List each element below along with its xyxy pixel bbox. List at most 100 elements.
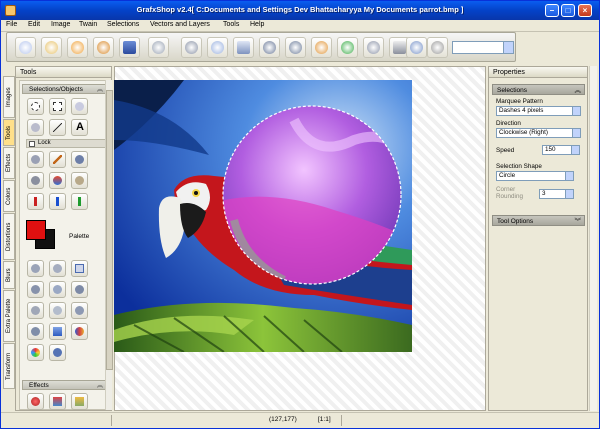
smudge-tool[interactable] <box>71 172 88 189</box>
tab-effects[interactable]: Effects <box>3 147 15 179</box>
red-pen-tool[interactable] <box>27 193 44 210</box>
zoom-icon <box>53 285 62 294</box>
effect-1-tool[interactable] <box>27 393 44 410</box>
tab-transform[interactable]: Transform <box>3 343 15 389</box>
marquee-pattern-select[interactable]: Dashes 4 pixels <box>496 106 581 116</box>
crop-tool[interactable] <box>71 260 88 277</box>
speed-input[interactable]: 150 <box>542 145 580 155</box>
corner-rounding-input[interactable]: 3 <box>539 189 574 199</box>
selections-props-header[interactable]: Selections ︽ <box>492 84 585 95</box>
effect-button[interactable] <box>337 37 358 58</box>
text-tool[interactable]: A <box>71 119 88 136</box>
print-preview-button[interactable] <box>148 37 169 58</box>
tab-blurs[interactable]: Blurs <box>3 261 15 289</box>
history-button[interactable] <box>93 37 114 58</box>
resize-button[interactable] <box>406 37 427 58</box>
menu-file[interactable]: File <box>6 21 17 28</box>
menu-help[interactable]: Help <box>250 21 264 28</box>
menu-tools[interactable]: Tools <box>223 21 239 28</box>
direction-select[interactable]: Clockwise (Right) <box>496 128 581 138</box>
tab-extra-palette[interactable]: Extra Palette <box>3 290 15 342</box>
spinner-icon[interactable] <box>571 146 579 154</box>
brush-button[interactable] <box>363 37 384 58</box>
wave-tool[interactable] <box>71 302 88 319</box>
tab-distortions[interactable]: Distortions <box>3 213 15 260</box>
rotate-tool[interactable] <box>27 260 44 277</box>
freehand-select-tool[interactable] <box>71 98 88 115</box>
green-pen-tool[interactable] <box>71 193 88 210</box>
flip-icon <box>53 264 62 273</box>
zoom-tool[interactable] <box>49 281 66 298</box>
effects-section-header[interactable]: Effects ︽ <box>22 380 106 390</box>
color-swatch[interactable] <box>26 220 62 254</box>
open-button[interactable] <box>41 37 62 58</box>
spinner-icon[interactable] <box>565 190 573 198</box>
effect-2-tool[interactable] <box>49 393 66 410</box>
menu-edit[interactable]: Edit <box>28 21 40 28</box>
lock-checkbox[interactable] <box>29 141 35 147</box>
user-tool[interactable] <box>49 344 66 361</box>
selection-shape-select[interactable]: Circle <box>496 171 574 181</box>
tab-tools[interactable]: Tools <box>3 119 15 146</box>
blue-pen-icon <box>53 197 62 206</box>
close-button[interactable]: × <box>578 4 592 17</box>
tools-scrollbar[interactable] <box>105 80 113 410</box>
new-button[interactable] <box>15 37 36 58</box>
disk-button[interactable] <box>119 37 140 58</box>
chevron-down-icon[interactable] <box>572 107 580 115</box>
selections-section-header[interactable]: Selections/Objects ︽ <box>22 84 106 94</box>
effect-icon <box>341 41 354 54</box>
chevron-down-icon[interactable] <box>572 129 580 137</box>
pencil-tool[interactable] <box>49 151 66 168</box>
chevron-down-icon[interactable] <box>565 172 573 180</box>
chevron-down-icon[interactable] <box>503 42 513 53</box>
undo-button[interactable] <box>285 37 306 58</box>
redo-button[interactable] <box>311 37 332 58</box>
line-tool[interactable] <box>49 119 66 136</box>
colorize-tool[interactable] <box>27 344 44 361</box>
menu-twain[interactable]: Twain <box>79 21 97 28</box>
minimize-button[interactable]: – <box>545 4 559 17</box>
tab-colors[interactable]: Colors <box>3 180 15 212</box>
tab-images[interactable]: Images <box>3 76 15 118</box>
lasso-tool[interactable] <box>27 119 44 136</box>
airbrush-tool[interactable] <box>27 151 44 168</box>
copy-button[interactable] <box>207 37 228 58</box>
effect-3-tool[interactable] <box>71 393 88 410</box>
menu-image[interactable]: Image <box>51 21 70 28</box>
sharpen-tool[interactable] <box>27 302 44 319</box>
cut-button[interactable] <box>181 37 202 58</box>
fill-tool[interactable] <box>49 323 66 340</box>
ellipse-select-tool[interactable] <box>27 98 44 115</box>
selection-shape-value: Circle <box>499 172 516 179</box>
main-toolbar <box>6 32 516 62</box>
picker-tool[interactable] <box>71 151 88 168</box>
copy-icon <box>211 41 224 54</box>
move-tool[interactable] <box>71 281 88 298</box>
blue-pen-tool[interactable] <box>49 193 66 210</box>
rotate-button[interactable] <box>259 37 280 58</box>
rect-select-icon <box>53 102 62 111</box>
blur-tool[interactable] <box>49 302 66 319</box>
flip-tool[interactable] <box>49 260 66 277</box>
parrot-image[interactable] <box>114 80 412 352</box>
tools-scroll-thumb[interactable] <box>106 90 113 370</box>
skew-tool[interactable] <box>27 281 44 298</box>
paste-button[interactable] <box>233 37 254 58</box>
clone-tool[interactable] <box>27 172 44 189</box>
cancel-button[interactable] <box>427 37 448 58</box>
rect-select-tool[interactable] <box>49 98 66 115</box>
menu-vectors-layers[interactable]: Vectors and Layers <box>150 21 210 28</box>
menu-selections[interactable]: Selections <box>107 21 139 28</box>
properties-scrollbar[interactable] <box>589 66 597 411</box>
app-window: GrafxShop v2.4[ C:Documents and Settings… <box>0 0 600 429</box>
tool-options-header[interactable]: Tool Options ︾ <box>492 215 585 226</box>
foreground-color-swatch[interactable] <box>26 220 46 240</box>
toolbar-combo[interactable] <box>452 41 514 54</box>
gradient-tool[interactable] <box>71 323 88 340</box>
paintbrush-tool[interactable] <box>49 172 66 189</box>
save-button[interactable] <box>67 37 88 58</box>
tile-tool[interactable] <box>27 323 44 340</box>
maximize-button[interactable]: □ <box>561 4 575 17</box>
sharpen-icon <box>31 306 40 315</box>
